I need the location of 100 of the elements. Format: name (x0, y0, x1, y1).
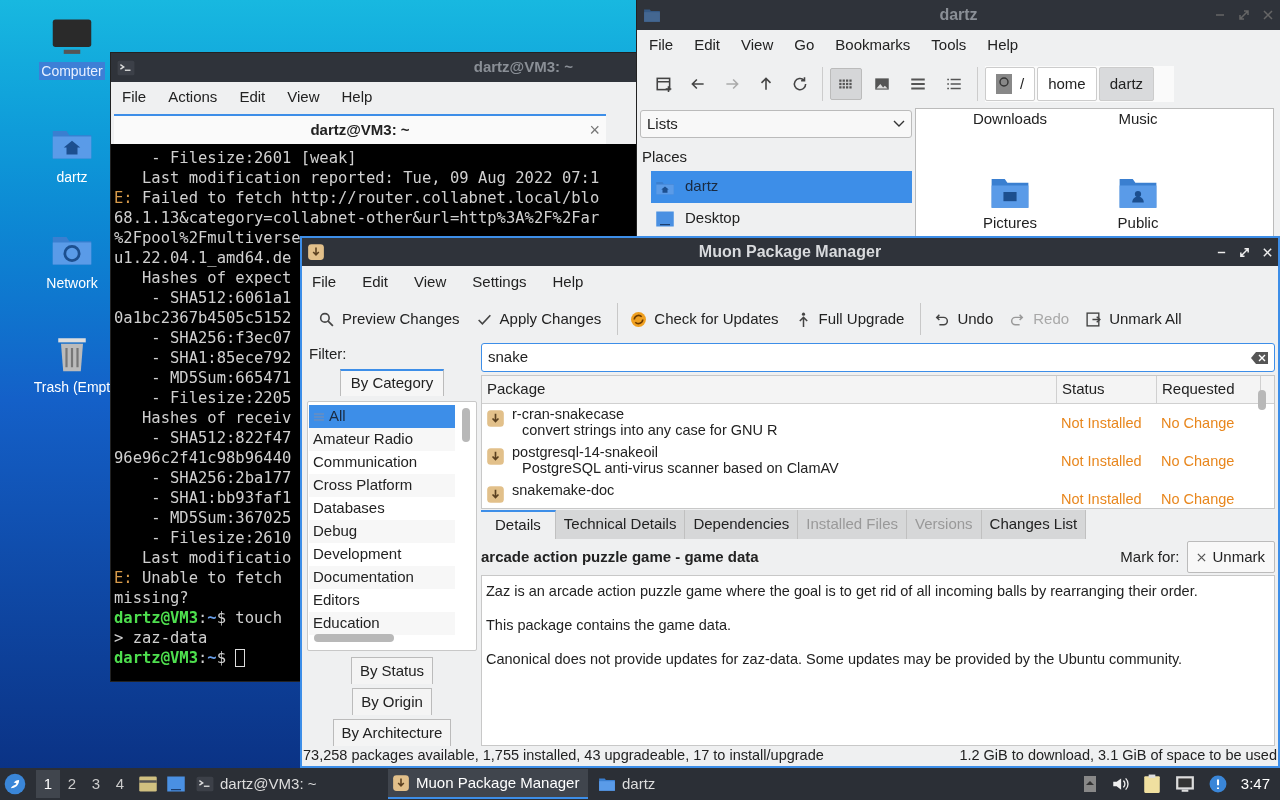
taskbar-button[interactable]: dartz@VM3: ~ (192, 769, 382, 799)
terminal-text: Unable to fetch (141, 568, 282, 588)
terminal-tab[interactable]: dartz@VM3: ~ × (114, 114, 606, 144)
menu-item[interactable]: Actions (168, 85, 218, 109)
unmark-button[interactable]: Unmark (1187, 541, 1275, 573)
filter-tab[interactable]: By Architecture (332, 719, 452, 746)
scrollbar-thumb[interactable] (314, 634, 394, 642)
workspace-button[interactable]: 1 (36, 770, 60, 798)
column-header[interactable]: Package (482, 376, 1057, 403)
toolbar-button[interactable]: Preview Changes (312, 303, 466, 335)
places-item[interactable]: Desktop (651, 202, 912, 235)
scrollbar-thumb[interactable] (462, 408, 470, 442)
taskbar-button[interactable]: dartz (594, 769, 714, 799)
terminal-text: - SHA1:85ece792 (150, 348, 292, 368)
desktop-icon[interactable] (166, 774, 186, 794)
workspace-button[interactable]: 4 (108, 770, 132, 798)
menu-item[interactable]: View (414, 270, 447, 294)
package-icon (486, 447, 505, 466)
detail-tab[interactable]: Details (481, 510, 556, 539)
desktop-icon-label[interactable]: Network (44, 274, 100, 292)
view-mode-button[interactable] (830, 68, 862, 100)
category-item[interactable]: Amateur Radio (309, 428, 455, 451)
column-header[interactable]: Status (1057, 376, 1157, 403)
clock[interactable]: 3:47 (1240, 772, 1270, 796)
terminal-text: Hashes of expect (141, 268, 292, 288)
filter-tab[interactable]: By Status (350, 657, 434, 684)
toolbar-button[interactable]: Undo (927, 303, 1000, 335)
path-button[interactable]: dartz (1098, 67, 1155, 101)
chevron-down-icon (893, 120, 905, 128)
scrollbar-thumb[interactable] (1258, 390, 1266, 410)
file-label[interactable]: Pictures (982, 213, 1038, 233)
menu-item[interactable]: Help (552, 270, 584, 294)
menu-item[interactable]: Bookmarks (835, 33, 911, 57)
menu-item[interactable]: Edit (362, 270, 389, 294)
menu-item[interactable]: Settings (472, 270, 527, 294)
path-button[interactable]: / (985, 67, 1036, 101)
filter-label: Filter: (308, 343, 348, 364)
path-button[interactable]: home (1037, 67, 1097, 101)
display-icon[interactable] (1174, 775, 1195, 793)
menu-item[interactable]: Edit (694, 33, 721, 57)
menu-item[interactable]: Tools (931, 33, 967, 57)
workspace-button[interactable]: 3 (84, 770, 108, 798)
menu-item[interactable]: Help (341, 85, 373, 109)
category-item[interactable]: Education (309, 612, 455, 635)
status-cell-text: Not Installed (1060, 452, 1143, 471)
category-item[interactable]: Communication (309, 451, 455, 474)
detail-tab[interactable]: Dependencies (685, 510, 799, 539)
toolbar-button[interactable]: Unmark All (1079, 303, 1188, 335)
detail-tab[interactable]: Technical Details (555, 510, 686, 539)
menu-item[interactable]: File (122, 85, 147, 109)
start-menu-icon[interactable] (4, 773, 26, 795)
desktop-icon-label[interactable]: Computer (39, 62, 105, 80)
tray-icon[interactable] (1082, 775, 1097, 793)
menu-item[interactable]: Go (794, 33, 815, 57)
menu-item[interactable]: View (741, 33, 774, 57)
file-label[interactable]: Public (1117, 213, 1159, 233)
terminal-text: - MD5Sum:665471 (150, 368, 292, 388)
menu-item[interactable]: File (649, 33, 674, 57)
terminal-text: dartz@VM3 (114, 648, 198, 668)
terminal-text: > zaz-data (114, 628, 208, 648)
lists-dropdown[interactable]: Lists (640, 110, 912, 138)
menu-item[interactable]: File (312, 270, 337, 294)
toolbar-button[interactable]: Check for Updates (624, 303, 785, 335)
new-tab-icon[interactable] (655, 75, 673, 93)
category-item[interactable]: Cross Platform (309, 474, 455, 497)
terminal-text: dartz@VM3 (114, 608, 198, 628)
filter-tab[interactable]: By Origin (352, 688, 432, 715)
category-item[interactable]: Development (309, 543, 455, 566)
workspace-button[interactable]: 2 (60, 770, 84, 798)
terminal-text: - SHA1:bb93faf1 (150, 488, 292, 508)
file-label[interactable]: Music (1118, 109, 1158, 129)
info-icon[interactable] (1208, 775, 1227, 793)
menu-item[interactable]: View (287, 85, 320, 109)
toolbar-button[interactable]: Full Upgrade (788, 303, 911, 335)
menu-item[interactable]: Edit (239, 85, 266, 109)
category-item[interactable]: Editors (309, 589, 455, 612)
terminal-text: ~ (207, 648, 217, 668)
terminal-text: - Filesize:2601 [weak] (150, 148, 357, 168)
reload-icon[interactable] (791, 75, 809, 93)
search-field[interactable]: snake (481, 343, 1275, 372)
list-icon (313, 411, 325, 422)
menu-item[interactable]: Help (987, 33, 1019, 57)
category-item[interactable]: Documentation (309, 566, 455, 589)
desktop-icon-label[interactable]: Trash (Empt (31, 378, 113, 396)
description-text: Zaz is an arcade action puzzle game where the goal is to get rid of all incoming balls by rearranging their order. (486, 582, 1199, 601)
clear-icon[interactable] (1251, 351, 1268, 364)
category-item[interactable]: Debug (309, 520, 455, 543)
category-item[interactable]: Databases (309, 497, 455, 520)
file-label[interactable]: Downloads (972, 109, 1048, 129)
category-item[interactable]: All (309, 405, 455, 428)
toolbar-button[interactable]: Apply Changes (469, 303, 608, 335)
detail-tab[interactable]: Changes List (981, 510, 1087, 539)
terminal-text: - MD5Sum:367025 (150, 508, 292, 528)
clipboard-icon[interactable] (1142, 774, 1161, 794)
terminal-text: Last modification reported: Tue, 09 Aug 2022 07:1 (141, 168, 600, 188)
taskbar-button[interactable]: Muon Package Manager (388, 769, 588, 799)
status-cell-text: Not Installed (1060, 490, 1143, 508)
close-tab-button[interactable]: × (589, 116, 600, 144)
filter-tab[interactable]: By Category (339, 369, 445, 396)
places-item[interactable]: dartz (651, 170, 912, 203)
